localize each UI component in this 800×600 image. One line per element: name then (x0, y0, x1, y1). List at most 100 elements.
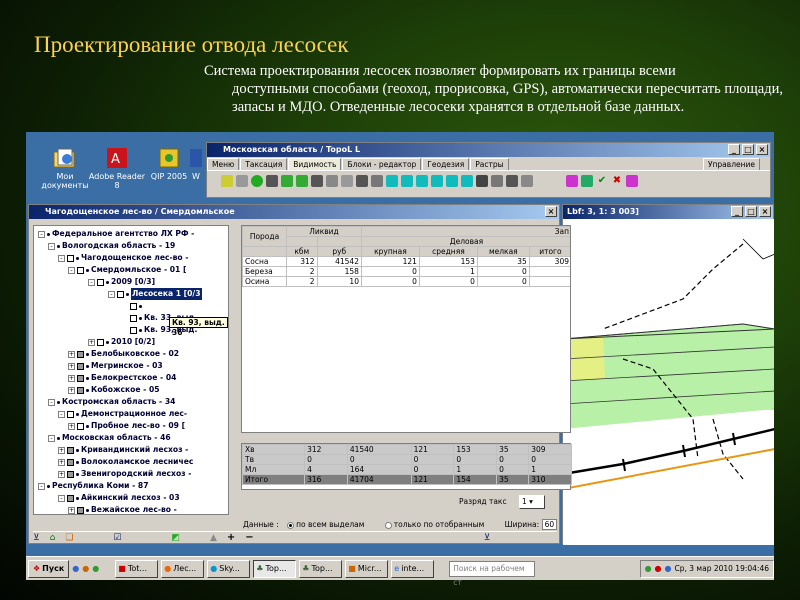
check-icon[interactable]: ✔ (596, 175, 608, 187)
cross-icon[interactable]: ✖ (611, 175, 623, 187)
column-header-kbm[interactable]: кбм (286, 246, 318, 257)
info-tool-icon[interactable] (341, 175, 353, 187)
column-header-melkaya[interactable]: мелкая (476, 246, 530, 257)
column-header-sub[interactable] (286, 236, 318, 247)
tab-upravlenie[interactable]: Управление (702, 158, 760, 170)
tab-rastry[interactable]: Растры (470, 158, 509, 170)
table-row[interactable]: Береза 2 158 0 1 0 (242, 266, 570, 277)
taskbar-button-active[interactable]: ♣ Top... (253, 559, 297, 578)
taskbar-button[interactable]: e inte... (391, 559, 435, 578)
map-icon[interactable]: ◩ (171, 533, 180, 543)
layer-cyan-icon[interactable] (386, 175, 398, 187)
tree-node[interactable] (130, 300, 144, 312)
tree-node[interactable]: + Пробное лес-во - 09 [ (68, 420, 185, 432)
edit-tool-icon[interactable] (506, 175, 518, 187)
start-button[interactable]: ❖ Пуск (28, 559, 70, 578)
checkbox-icon[interactable]: ☑ (113, 533, 121, 543)
layer-cyan-icon[interactable] (416, 175, 428, 187)
stamp-icon[interactable]: ❏ (65, 533, 73, 543)
tree-node[interactable]: -2009 [0/3] (88, 276, 155, 288)
tree-node-selected[interactable]: - Лесосека 1 [0/3 (108, 288, 202, 300)
tree-node[interactable]: + Волоколамское лесничес (58, 456, 193, 468)
app-icon[interactable]: ● (92, 564, 99, 573)
tree-node[interactable]: + Вежайское лес-во - (68, 504, 177, 514)
layer-cyan-icon[interactable] (461, 175, 473, 187)
tree-node[interactable]: - Смердомльское - 01 [ (68, 264, 186, 276)
column-header-likvid[interactable]: Ликвид (286, 226, 362, 237)
tree-icon[interactable]: ⌂ (50, 533, 56, 543)
zoom-tool-icon[interactable] (311, 175, 323, 187)
layer-tool-icon[interactable] (236, 175, 248, 187)
green-dot-tool-icon[interactable] (251, 175, 263, 187)
pan-tool-icon[interactable] (326, 175, 338, 187)
column-header-poroda[interactable]: Порода (242, 226, 287, 247)
tree-node[interactable]: + Белокрестское - 04 (68, 372, 176, 384)
tree-node[interactable]: - Айкинский лесхоз - 03 (58, 492, 180, 504)
tree-node[interactable]: - Федеральное агентство ЛХ РФ - (38, 228, 194, 240)
minus-icon[interactable]: − (245, 532, 253, 543)
tree-node[interactable]: - Демонстрационное лес- (58, 408, 187, 420)
tree-node[interactable]: - Костромская область - 34 (48, 396, 175, 408)
radio-icon[interactable] (287, 521, 295, 529)
settings-tool-icon[interactable] (626, 175, 638, 187)
radio-all[interactable]: по всем выделам (287, 520, 364, 529)
tree-node[interactable]: +2010 [0/2] (88, 336, 155, 348)
radio-icon[interactable] (384, 521, 392, 529)
tree-node[interactable]: + Мегринское - 03 (68, 360, 163, 372)
column-header-sub[interactable] (316, 236, 362, 247)
column-header-srednyaya[interactable]: средняя (418, 246, 478, 257)
tab-menu[interactable]: Меню (207, 158, 240, 170)
browser-icon[interactable]: ● (72, 564, 79, 573)
taskbar-button[interactable]: ■ Tot... (115, 559, 159, 578)
export-icon[interactable]: ⊻ (484, 533, 491, 543)
plus-icon[interactable]: + (227, 532, 235, 543)
maximize-button[interactable]: □ (745, 206, 757, 217)
close-button[interactable]: × (545, 206, 557, 217)
manage-tool-icon[interactable] (566, 175, 578, 187)
tab-taksatsiya[interactable]: Таксация (240, 158, 288, 170)
species-grid[interactable]: Порода Ликвид Зап Деловая кбм руб крупна… (241, 225, 571, 433)
layer-cyan-icon[interactable] (431, 175, 443, 187)
map-tool-icon[interactable] (281, 175, 293, 187)
desktop-icon-w[interactable]: W (186, 146, 206, 181)
measure-tool-icon[interactable] (491, 175, 503, 187)
tree-node[interactable]: - Вологодская область - 19 (48, 240, 175, 252)
point-tool-icon[interactable] (371, 175, 383, 187)
map-canvas[interactable] (563, 219, 774, 545)
column-header-rub[interactable]: руб (316, 246, 362, 257)
tray-icon[interactable]: ● (645, 564, 652, 573)
column-header-itogo[interactable]: итого (528, 246, 570, 257)
up-icon[interactable]: ▲ (210, 533, 217, 543)
tree-node[interactable]: + Звенигородский лесхоз - (58, 468, 191, 480)
layer-cyan-icon[interactable] (401, 175, 413, 187)
tab-geodeziya[interactable]: Геодезия (422, 158, 470, 170)
manage-tool-icon[interactable] (581, 175, 593, 187)
map-tool-icon[interactable] (296, 175, 308, 187)
column-header-krupnaya[interactable]: крупная (360, 246, 420, 257)
tab-vidimost[interactable]: Видимость (288, 158, 342, 170)
taskbar-button[interactable]: ■ Micr... (345, 559, 389, 578)
tray-icon[interactable]: ● (665, 564, 672, 573)
tray-icon[interactable]: ● (655, 564, 662, 573)
radio-selected[interactable]: только по отобранным (384, 520, 484, 529)
tree-node[interactable]: + Кобожское - 05 (68, 384, 160, 396)
app-icon[interactable]: ● (82, 564, 89, 573)
pointer-tool-icon[interactable] (221, 175, 233, 187)
tree-node[interactable]: - Республика Коми - 87 (38, 480, 148, 492)
forest-tree[interactable]: - Федеральное агентство ЛХ РФ - - Вологодс… (33, 225, 229, 515)
collapse-icon[interactable]: ⊻ (33, 533, 40, 543)
close-button[interactable]: × (756, 144, 768, 155)
taskbar-button[interactable]: ● Sky... (207, 559, 251, 578)
maximize-button[interactable]: □ (742, 144, 754, 155)
razryad-select[interactable]: 1 ▾ (519, 495, 545, 509)
tree-node[interactable]: + Белобыковское - 02 (68, 348, 179, 360)
column-header-zap[interactable]: Зап (360, 226, 570, 237)
gps-tool-icon[interactable] (356, 175, 368, 187)
column-header-delovaya[interactable]: Деловая (360, 236, 570, 247)
minimize-button[interactable]: _ (728, 144, 740, 155)
layer-cyan-icon[interactable] (446, 175, 458, 187)
width-input[interactable]: 60 (541, 519, 558, 530)
table-row[interactable]: Осина 2 10 0 0 0 (242, 276, 570, 287)
table-row[interactable]: Сосна 312 41542 121 153 35 309 (242, 256, 570, 267)
minimize-button[interactable]: _ (731, 206, 743, 217)
